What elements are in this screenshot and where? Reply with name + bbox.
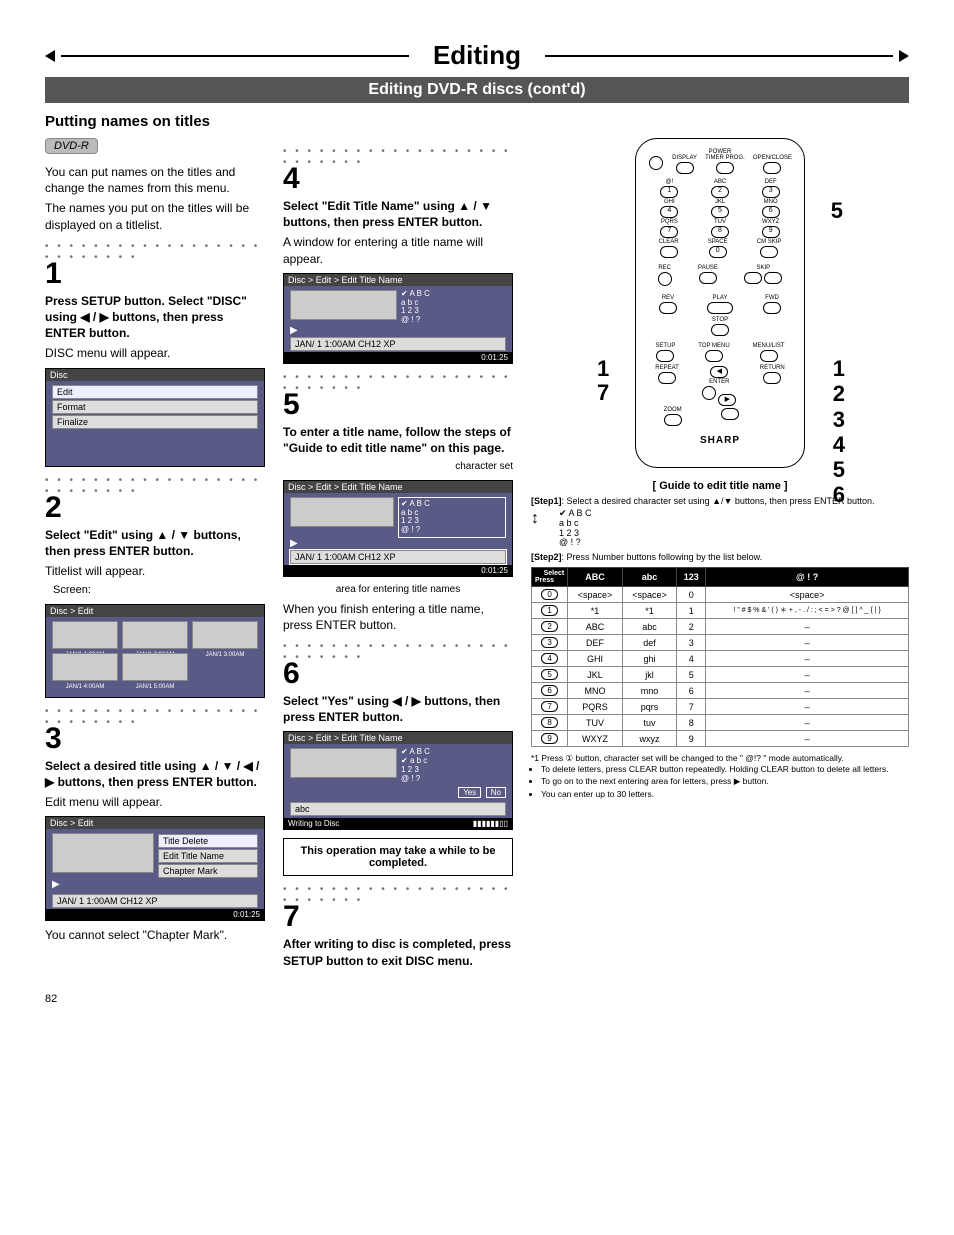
callout-number: 1 bbox=[597, 356, 609, 382]
intro-para-2: The names you put on the titles will be … bbox=[45, 200, 265, 232]
step-number-1: 1 bbox=[45, 259, 265, 289]
disc-menu-item: Edit bbox=[52, 385, 258, 399]
step-number-3: 3 bbox=[45, 724, 265, 754]
disc-menu-screen: Disc Edit Format Finalize bbox=[45, 368, 265, 467]
time-bar: 0:01:25 bbox=[284, 352, 512, 363]
callout-number: 5 bbox=[831, 198, 843, 224]
title-thumb: JAN/1 4:00AM bbox=[52, 653, 118, 681]
play-icon: ▶ bbox=[290, 325, 506, 336]
writing-bar: Writing to Disc▮▮▮▮▮▮▯▯ bbox=[284, 818, 512, 829]
guide-step2: [Step2]: Press Number buttons following … bbox=[531, 552, 909, 563]
step2-text: Titlelist will appear. bbox=[45, 563, 265, 579]
sub-section-bar: Editing DVD-R discs (cont'd) bbox=[45, 77, 909, 103]
screen-label: Screen: bbox=[53, 583, 265, 598]
guide-charset: ✔ A B C a b c 1 2 3 @ ! ? bbox=[559, 509, 592, 549]
guide-box: [ Guide to edit title name ] [Step1]: Se… bbox=[531, 480, 909, 800]
disc-menu-item: Format bbox=[52, 400, 258, 414]
title-info-bar: JAN/ 1 1:00AM CH12 XP bbox=[52, 894, 258, 908]
character-table: SelectPress ABC abc 123 @ ! ? 0<space><s… bbox=[531, 567, 909, 747]
step3-note: You cannot select "Chapter Mark". bbox=[45, 927, 265, 943]
edit-option: Edit Title Name bbox=[158, 849, 258, 863]
time-bar: 0:01:25 bbox=[284, 565, 512, 576]
title-entry-bar: JAN/ 1 1:00AM CH12 XP bbox=[290, 550, 506, 564]
screen-header: Disc > Edit > Edit Title Name bbox=[284, 274, 512, 286]
guide-step1: [Step1]: Select a desired character set … bbox=[531, 496, 909, 548]
no-button: No bbox=[486, 787, 506, 798]
disc-menu-header: Disc bbox=[46, 369, 264, 381]
guide-bullets: To delete letters, press CLEAR button re… bbox=[531, 764, 909, 800]
step3-instruction: Select a desired title using ▲ / ▼ / ◀ /… bbox=[45, 758, 265, 790]
screen-header: Disc > Edit > Edit Title Name bbox=[284, 481, 512, 493]
title-thumb: JAN/1 1:00AM bbox=[52, 621, 118, 649]
step5-text: When you finish entering a title name, p… bbox=[283, 601, 513, 633]
remote-diagram: POWER DISPLAY TIMER PROG. OPEN/CLOSE @!1… bbox=[635, 138, 805, 468]
dvd-r-badge: DVD-R bbox=[45, 138, 98, 154]
step-number-6: 6 bbox=[283, 659, 513, 689]
step5-instruction: To enter a title name, follow the steps … bbox=[283, 424, 513, 456]
step7-instruction: After writing to disc is completed, pres… bbox=[283, 936, 513, 968]
charset-panel-boxed: ✔ A B C a b c 1 2 3 @ ! ? bbox=[398, 497, 506, 538]
step-number-7: 7 bbox=[283, 902, 513, 932]
step3-text: Edit menu will appear. bbox=[45, 794, 265, 810]
step2-instruction: Select "Edit" using ▲ / ▼ buttons, then … bbox=[45, 527, 265, 559]
edit-header: Disc > Edit bbox=[46, 605, 264, 617]
screen-header: Disc > Edit > Edit Title Name bbox=[284, 732, 512, 744]
page-number: 82 bbox=[45, 993, 909, 1005]
title-thumb bbox=[290, 748, 397, 778]
intro-para-1: You can put names on the titles and chan… bbox=[45, 164, 265, 196]
chapter-rule: Editing bbox=[45, 40, 909, 71]
step1-instruction: Press SETUP button. Select "DISC" using … bbox=[45, 293, 265, 342]
step-number-5: 5 bbox=[283, 390, 513, 420]
chapter-title: Editing bbox=[433, 40, 521, 70]
charset-label: character set bbox=[283, 460, 513, 474]
area-label: area for entering title names bbox=[283, 583, 513, 597]
title-thumb: JAN/1 3:00AM bbox=[192, 621, 258, 649]
title-thumb: JAN/1 5:00AM bbox=[122, 653, 188, 681]
guide-title: [ Guide to edit title name ] bbox=[531, 480, 909, 492]
play-icon: ▶ bbox=[52, 879, 258, 890]
step-number-2: 2 bbox=[45, 493, 265, 523]
title-thumb bbox=[290, 290, 397, 320]
yes-button: Yes bbox=[458, 787, 481, 798]
title-thumb bbox=[290, 497, 394, 527]
step4-text: A window for entering a title name will … bbox=[283, 234, 513, 266]
operation-note: This operation may take a while to be co… bbox=[283, 838, 513, 876]
entered-text: abc bbox=[290, 802, 506, 816]
edit-option: Chapter Mark bbox=[158, 864, 258, 878]
edit-option: Title Delete bbox=[158, 834, 258, 848]
brand-logo: SHARP bbox=[644, 435, 796, 446]
edit-menu-header: Disc > Edit bbox=[46, 817, 264, 829]
step-number-4: 4 bbox=[283, 164, 513, 194]
title-thumb: JAN/1 2:00AM bbox=[122, 621, 188, 649]
step4-instruction: Select "Edit Title Name" using ▲ / ▼ but… bbox=[283, 198, 513, 230]
title-thumb bbox=[52, 833, 154, 873]
disc-menu-item: Finalize bbox=[52, 415, 258, 429]
confirm-screen: Disc > Edit > Edit Title Name ✔ A B C ✔ … bbox=[283, 731, 513, 830]
charset-panel: ✔ A B C ✔ a b c 1 2 3 @ ! ? bbox=[401, 748, 506, 783]
step6-instruction: Select "Yes" using ◀ / ▶ buttons, then p… bbox=[283, 693, 513, 725]
title-info-bar: JAN/ 1 1:00AM CH12 XP bbox=[290, 337, 506, 351]
charset-panel: ✔ A B C a b c 1 2 3 @ ! ? bbox=[401, 290, 506, 325]
table-footnote: *1 Press ① button, character set will be… bbox=[531, 753, 909, 764]
edit-list-screen: Disc > Edit JAN/1 1:00AM JAN/1 2:00AM JA… bbox=[45, 604, 265, 698]
step1-text: DISC menu will appear. bbox=[45, 345, 265, 361]
callout-number: 7 bbox=[597, 380, 609, 406]
edit-title-screen-2: Disc > Edit > Edit Title Name ✔ A B C a … bbox=[283, 480, 513, 577]
edit-title-screen: Disc > Edit > Edit Title Name ✔ A B C a … bbox=[283, 273, 513, 364]
section-title: Putting names on titles bbox=[45, 113, 909, 130]
updown-arrow-icon: ↕ bbox=[531, 509, 539, 528]
edit-menu-screen: Disc > Edit Title Delete Edit Title Name… bbox=[45, 816, 265, 921]
callout-stack: 1 2 3 4 5 6 bbox=[833, 356, 845, 508]
play-icon: ▶ bbox=[290, 538, 506, 549]
time-bar: 0:01:25 bbox=[46, 909, 264, 920]
